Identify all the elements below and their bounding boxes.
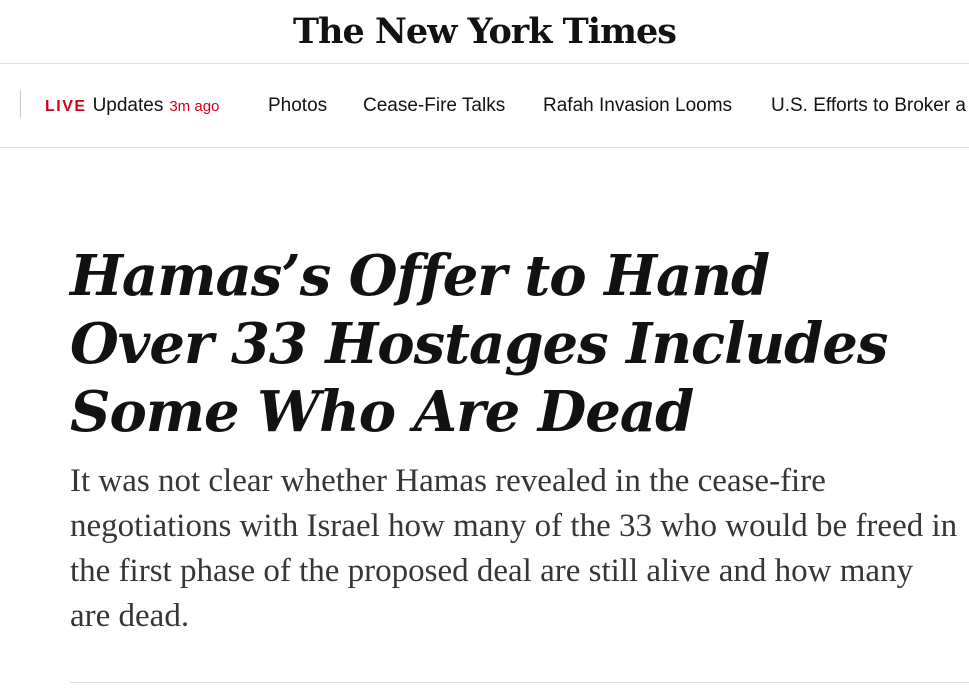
live-updates-link[interactable]: LIVE Updates 3m ago <box>45 93 219 120</box>
story-nav: LIVE Updates 3m ago Photos Cease-Fire Talk… <box>0 64 969 148</box>
masthead: The New York Times <box>0 0 969 64</box>
live-timestamp: 3m ago <box>169 98 220 115</box>
nav-item-us-efforts[interactable]: U.S. Efforts to Broker a <box>771 93 966 119</box>
article-summary: It was not clear whether Hamas revealed … <box>70 463 958 634</box>
live-badge: LIVE <box>45 98 87 115</box>
nav-divider <box>20 90 21 118</box>
live-updates-label: Updates <box>92 95 164 116</box>
article-headline: Hamas’s Offer to Hand Over 33 Hostages I… <box>70 243 888 445</box>
nyt-logo[interactable]: The New York Times <box>0 10 969 54</box>
divider-rule <box>70 682 969 683</box>
nav-item-rafah-invasion[interactable]: Rafah Invasion Looms <box>543 93 732 119</box>
nav-item-cease-fire-talks[interactable]: Cease-Fire Talks <box>363 93 505 119</box>
nav-item-photos[interactable]: Photos <box>268 93 327 119</box>
